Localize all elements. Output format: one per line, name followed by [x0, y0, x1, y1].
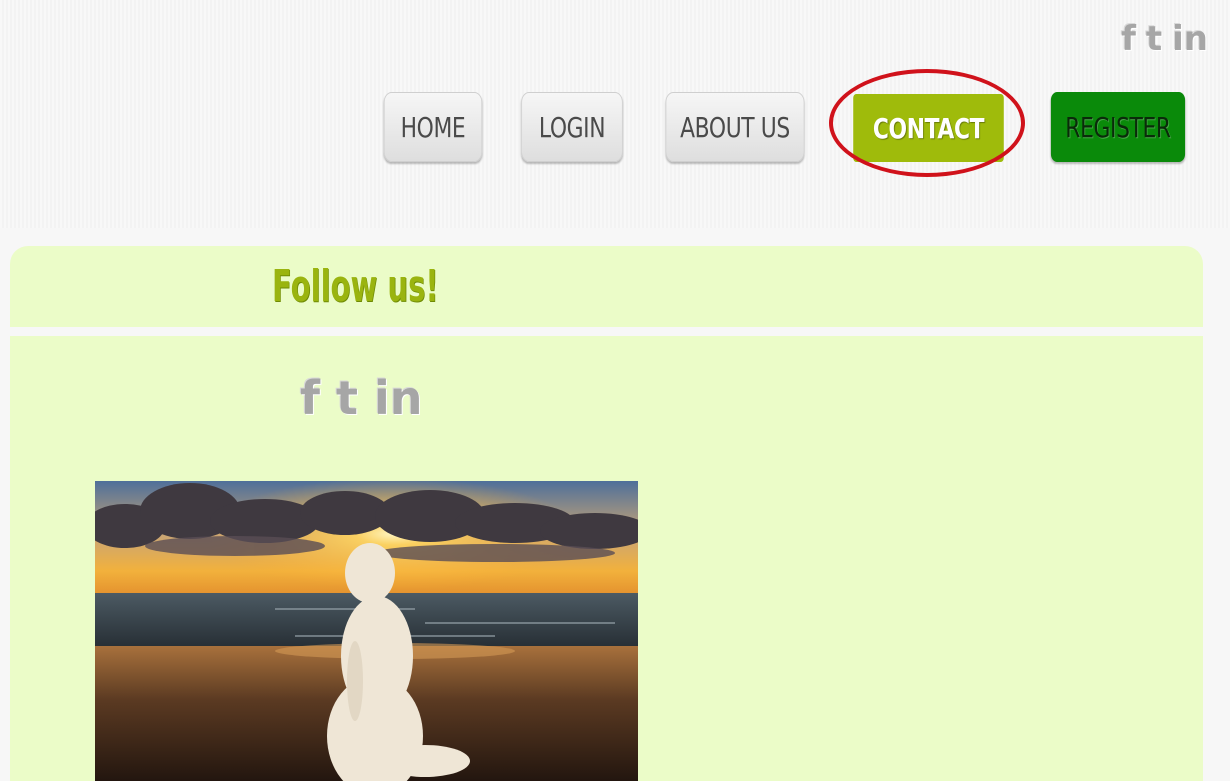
dog-sunset-photo — [95, 481, 638, 781]
follow-social-links: f t in — [300, 375, 423, 421]
twitter-icon[interactable]: t — [336, 375, 358, 421]
follow-panel-header — [10, 246, 1203, 327]
linkedin-icon[interactable]: in — [1172, 22, 1208, 56]
nav-home-button[interactable]: HOME — [383, 92, 483, 162]
facebook-icon[interactable]: f — [300, 375, 320, 421]
facebook-icon[interactable]: f — [1121, 22, 1136, 56]
photo-illustration — [95, 481, 638, 781]
twitter-icon[interactable]: t — [1146, 22, 1162, 56]
follow-us-title: Follow us! — [272, 261, 439, 312]
header-social-links: f t in — [1121, 22, 1208, 56]
nav-about-us-button[interactable]: ABOUT US — [665, 92, 805, 162]
linkedin-icon[interactable]: in — [374, 375, 423, 421]
nav-contact-button[interactable]: CONTACT — [853, 94, 1004, 162]
nav-register-button[interactable]: REGISTER — [1050, 92, 1186, 162]
nav-login-button[interactable]: LOGIN — [521, 92, 623, 162]
